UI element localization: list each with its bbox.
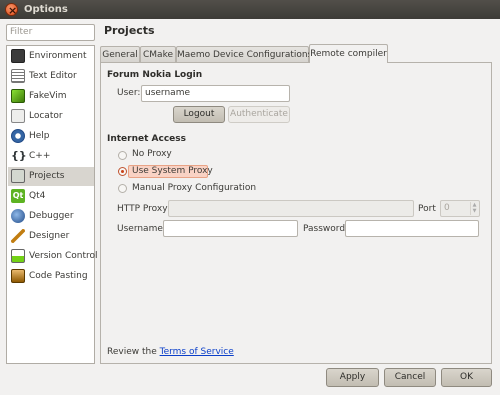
sidebar-item-label: Version Control xyxy=(29,251,98,261)
sidebar-item-fakevim[interactable]: FakeVim xyxy=(8,87,94,106)
terms-text: Review the Terms of Service xyxy=(107,347,234,357)
options-window: Options Filter Environment Text Editor F… xyxy=(0,0,500,395)
username-label: Username xyxy=(117,224,163,234)
locator-icon xyxy=(11,109,25,123)
sidebar-item-label: Projects xyxy=(29,171,65,181)
sidebar-item-label: Qt4 xyxy=(29,191,46,201)
sidebar-item-label: Help xyxy=(29,131,50,141)
version-control-icon xyxy=(11,249,25,263)
ok-button[interactable]: OK xyxy=(441,368,492,387)
password-field[interactable] xyxy=(345,220,479,237)
terms-of-service-link[interactable]: Terms of Service xyxy=(160,347,234,357)
logout-button[interactable]: Logout xyxy=(173,106,225,123)
sidebar-item-environment[interactable]: Environment xyxy=(8,47,94,66)
sidebar-item-cpp[interactable]: {} C++ xyxy=(8,147,94,166)
tab-general[interactable]: General xyxy=(100,46,140,63)
tab-remote-compiler[interactable]: Remote compiler xyxy=(309,44,388,63)
no-proxy-label: No Proxy xyxy=(132,149,172,159)
fakevim-icon xyxy=(11,89,25,103)
manual-proxy-label: Manual Proxy Configuration xyxy=(132,183,257,193)
sidebar-item-label: FakeVim xyxy=(29,91,67,101)
sidebar-item-locator[interactable]: Locator xyxy=(8,107,94,126)
forum-nokia-login-title: Forum Nokia Login xyxy=(107,70,203,80)
user-field[interactable]: username xyxy=(141,85,290,102)
use-system-proxy-radio[interactable] xyxy=(118,167,127,176)
port-label: Port xyxy=(418,204,436,214)
sidebar-list: Environment Text Editor FakeVim Locator … xyxy=(6,45,98,364)
remote-compiler-panel: Forum Nokia Login User: username Logout … xyxy=(100,62,492,364)
text-editor-icon xyxy=(11,69,25,83)
authenticate-button[interactable]: Authenticate xyxy=(228,106,290,123)
internet-access-title: Internet Access xyxy=(107,134,187,144)
no-proxy-radio[interactable] xyxy=(118,151,127,160)
cancel-button[interactable]: Cancel xyxy=(384,368,436,387)
manual-proxy-radio[interactable] xyxy=(118,184,127,193)
filter-input[interactable]: Filter xyxy=(6,24,95,41)
sidebar-item-label: C++ xyxy=(29,151,51,161)
monitor-icon xyxy=(11,49,25,63)
password-label: Password xyxy=(303,224,346,234)
port-value: 0 xyxy=(444,203,450,213)
user-label: User: xyxy=(117,88,141,98)
sidebar-item-label: Text Editor xyxy=(29,71,77,81)
debugger-icon xyxy=(11,209,25,223)
sidebar-item-label: Environment xyxy=(29,51,87,61)
sidebar-item-text-editor[interactable]: Text Editor xyxy=(8,67,94,86)
sidebar-item-help[interactable]: Help xyxy=(8,127,94,146)
close-icon[interactable] xyxy=(5,1,18,20)
designer-icon xyxy=(11,229,25,243)
sidebar-item-qt4[interactable]: Qt Qt4 xyxy=(8,187,94,206)
sidebar-item-label: Locator xyxy=(29,111,63,121)
sidebar-item-version-control[interactable]: Version Control xyxy=(8,247,98,266)
port-spinbox[interactable]: 0 ▲ ▼ xyxy=(440,200,480,217)
cpp-braces-icon: {} xyxy=(11,149,27,162)
help-icon xyxy=(11,129,25,143)
apply-button[interactable]: Apply xyxy=(326,368,379,387)
qt4-icon: Qt xyxy=(11,189,25,203)
http-proxy-label: HTTP Proxy xyxy=(117,204,168,214)
sidebar-item-label: Debugger xyxy=(29,211,74,221)
window-title: Options xyxy=(24,4,68,15)
http-proxy-field[interactable] xyxy=(168,200,414,217)
sidebar-item-designer[interactable]: Designer xyxy=(8,227,94,246)
use-system-proxy-label: Use System Proxy xyxy=(132,166,213,176)
sidebar-item-code-pasting[interactable]: Code Pasting xyxy=(8,267,94,286)
tab-cmake[interactable]: CMake xyxy=(140,46,176,63)
username-field[interactable] xyxy=(163,220,298,237)
projects-icon xyxy=(11,169,25,183)
spin-arrows-icon[interactable]: ▲ ▼ xyxy=(470,202,478,215)
sidebar-item-label: Code Pasting xyxy=(29,271,88,281)
sidebar-item-debugger[interactable]: Debugger xyxy=(8,207,94,226)
sidebar-item-projects[interactable]: Projects xyxy=(8,167,94,186)
page-title: Projects xyxy=(104,24,155,37)
title-bar: Options xyxy=(0,0,500,20)
sidebar-item-label: Designer xyxy=(29,231,70,241)
code-pasting-icon xyxy=(11,269,25,283)
tab-maemo-device-configurations[interactable]: Maemo Device Configurations xyxy=(176,46,312,63)
